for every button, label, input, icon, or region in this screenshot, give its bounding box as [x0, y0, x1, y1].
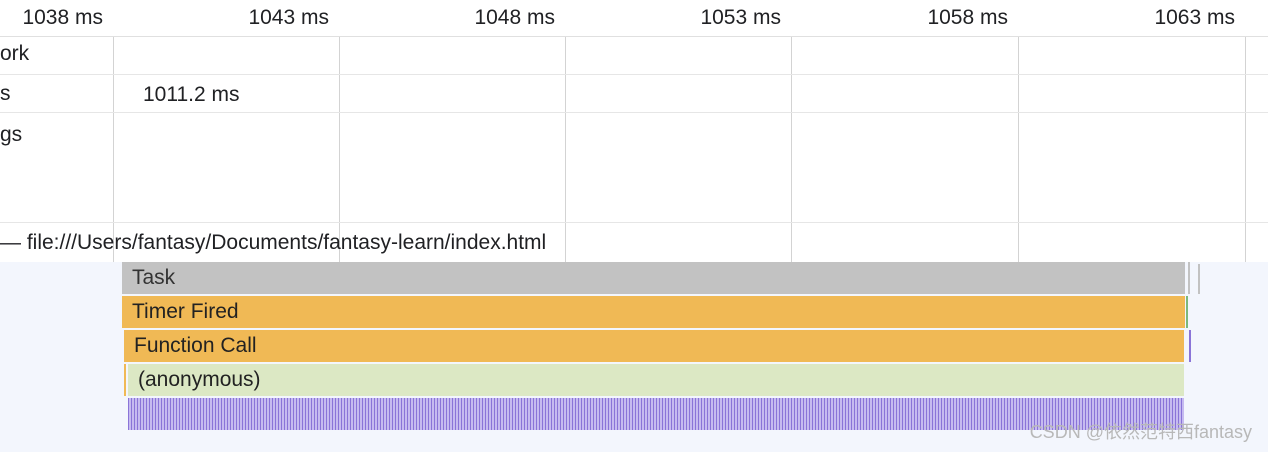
ruler-tick: 1038 ms — [22, 6, 103, 29]
row-divider — [0, 112, 1268, 113]
ruler-tick: 1053 ms — [700, 6, 781, 29]
anonymous-bar[interactable]: (anonymous) — [128, 364, 1184, 396]
ruler-tick: 1048 ms — [474, 6, 555, 29]
task-bar[interactable]: Task — [122, 262, 1185, 294]
watermark: CSDN @依然范特西fantasy — [1029, 422, 1252, 442]
row-divider — [0, 222, 1268, 223]
network-track-label[interactable]: ork — [0, 42, 29, 66]
task-tail-sliver[interactable] — [1188, 262, 1190, 294]
row-divider — [0, 74, 1268, 75]
ruler-tick: 1063 ms — [1154, 6, 1235, 29]
timer-fired-bar[interactable]: Timer Fired — [122, 296, 1185, 328]
task-tail-sliver[interactable] — [1198, 264, 1200, 294]
function-tail-sliver[interactable] — [1189, 330, 1191, 362]
frame-duration[interactable]: 1011.2 ms — [143, 83, 240, 107]
main-thread-header[interactable]: — file:///Users/fantasy/Documents/fantas… — [0, 226, 1268, 260]
microtask-bars[interactable] — [128, 398, 1184, 430]
ruler-tick: 1058 ms — [927, 6, 1008, 29]
function-call-bar[interactable]: Function Call — [124, 330, 1184, 362]
timer-tail-sliver[interactable] — [1186, 296, 1188, 328]
time-ruler[interactable]: 1038 ms 1043 ms 1048 ms 1053 ms 1058 ms … — [0, 0, 1268, 37]
frames-track-label[interactable]: s — [0, 82, 11, 106]
ruler-tick: 1043 ms — [248, 6, 329, 29]
anon-lead-sliver[interactable] — [124, 364, 126, 396]
timings-track-label[interactable]: gs — [0, 123, 22, 147]
